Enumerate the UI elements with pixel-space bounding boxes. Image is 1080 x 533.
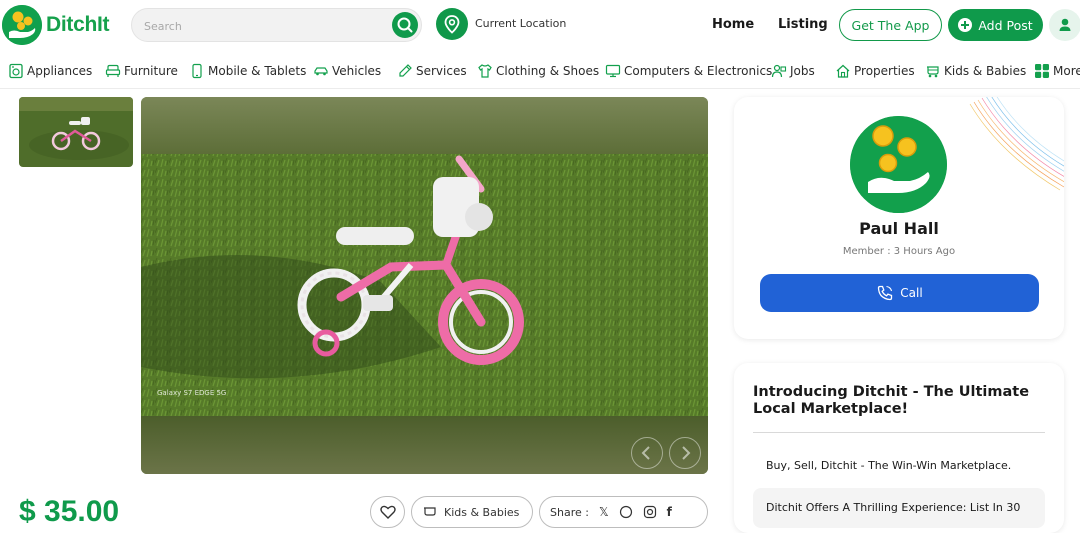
intro-line-1: Buy, Sell, Ditchit - The Win-Win Marketp…	[766, 459, 1012, 472]
member-since: Member : 3 Hours Ago	[842, 246, 956, 257]
category-jobs[interactable]: Jobs	[771, 62, 815, 80]
jobs-icon	[771, 64, 787, 78]
category-services[interactable]: Services	[397, 62, 467, 80]
category-label: Appliances	[27, 64, 93, 78]
logo-text: DitchIt	[46, 13, 110, 36]
share-bar: Share : 𝕏 f	[539, 496, 708, 528]
whatsapp-icon[interactable]	[619, 505, 633, 519]
get-app-label: Get The App	[851, 17, 930, 33]
search-input[interactable]	[144, 16, 384, 36]
main-listing-image[interactable]: Galaxy S7 EDGE 5G	[141, 97, 708, 474]
location-pin-icon	[444, 15, 460, 34]
add-post-label: Add Post	[978, 17, 1033, 33]
category-label: Clothing & Shoes	[496, 64, 600, 78]
computer-icon	[605, 64, 621, 78]
x-twitter-icon[interactable]: 𝕏	[599, 505, 609, 519]
seller-card: Paul Hall Member : 3 Hours Ago Call	[734, 97, 1064, 339]
intro-title: Introducing Ditchit - The Ultimate Local…	[753, 384, 1030, 417]
nav-listing[interactable]: Listing	[778, 17, 828, 32]
category-pill-label: Kids & Babies	[444, 505, 520, 519]
listing-price: $ 35.00	[19, 495, 120, 528]
user-account-button[interactable]	[1049, 9, 1080, 41]
seller-name: Paul Hall	[859, 219, 939, 238]
next-image-button[interactable]	[669, 437, 701, 469]
call-label: Call	[900, 286, 923, 300]
intro-card: Introducing Ditchit - The Ultimate Local…	[734, 363, 1064, 533]
seller-avatar	[850, 116, 947, 213]
stroller-icon	[927, 66, 939, 78]
get-app-button[interactable]: Get The App	[839, 9, 942, 41]
category-appliances[interactable]: Appliances	[8, 62, 92, 80]
intro-line-2: Ditchit Offers A Thrilling Experience: L…	[766, 501, 1021, 514]
category-label: More	[1053, 64, 1080, 78]
search-icon	[397, 17, 413, 33]
category-clothing-shoes[interactable]: Clothing & Shoes	[477, 62, 599, 80]
bike-thumbnail-image	[19, 97, 133, 167]
grid-icon	[1035, 64, 1049, 78]
decorative-wave-lines	[969, 97, 1064, 191]
category-mobile-tablets[interactable]: Mobile & Tablets	[189, 62, 306, 80]
category-properties[interactable]: Properties	[835, 62, 915, 80]
heart-icon	[379, 505, 396, 519]
add-post-button[interactable]: Add Post	[948, 9, 1043, 41]
search-button[interactable]	[392, 12, 418, 38]
category-label: Jobs	[790, 64, 815, 78]
intro-highlight-box: Ditchit Offers A Thrilling Experience: L…	[753, 488, 1045, 528]
furniture-icon	[105, 64, 121, 77]
location-button[interactable]	[436, 8, 468, 40]
car-icon	[314, 67, 328, 76]
category-furniture[interactable]: Furniture	[105, 62, 178, 80]
category-bar: Appliances Furniture Mobile & Tablets Ve…	[0, 53, 1080, 89]
facebook-icon[interactable]: f	[667, 505, 672, 519]
category-label: Vehicles	[332, 64, 382, 78]
favorite-button[interactable]	[370, 496, 405, 528]
prev-image-button[interactable]	[631, 437, 663, 469]
search-bar	[131, 8, 422, 42]
instagram-icon[interactable]	[643, 505, 657, 519]
category-label: Kids & Babies	[944, 64, 1027, 78]
share-label: Share :	[550, 505, 589, 519]
category-label: Properties	[854, 64, 915, 78]
category-kids-babies[interactable]: Kids & Babies	[925, 62, 1026, 80]
category-computers-electronics[interactable]: Computers & Electronics	[605, 62, 772, 80]
category-label: Furniture	[124, 64, 178, 78]
user-icon	[1059, 18, 1071, 31]
category-more[interactable]: More	[1034, 62, 1080, 80]
logo-coin-icon	[2, 5, 42, 45]
category-label: Mobile & Tablets	[208, 64, 307, 78]
plus-icon	[958, 18, 973, 32]
header: DitchIt Current Location Home Listing Ge…	[0, 0, 1080, 50]
logo[interactable]: DitchIt	[2, 4, 110, 46]
mobile-icon	[192, 63, 202, 79]
chevron-right-icon	[682, 446, 691, 460]
category-pill[interactable]: Kids & Babies	[411, 496, 533, 528]
category-label: Computers & Electronics	[624, 64, 773, 78]
services-icon	[399, 64, 412, 77]
category-label: Services	[416, 64, 467, 78]
kids-bike-photo	[141, 97, 708, 474]
phone-icon	[878, 285, 893, 301]
divider	[753, 432, 1045, 433]
chevron-left-icon	[641, 446, 650, 460]
stroller-icon	[424, 507, 436, 516]
image-thumbnail[interactable]	[19, 97, 133, 167]
clothing-icon	[478, 64, 492, 78]
call-button[interactable]: Call	[760, 274, 1039, 312]
property-icon	[836, 64, 850, 78]
appliance-icon	[9, 63, 23, 79]
category-vehicles[interactable]: Vehicles	[313, 62, 381, 80]
location-label[interactable]: Current Location	[475, 17, 566, 30]
nav-home[interactable]: Home	[712, 17, 754, 32]
image-watermark: Galaxy S7 EDGE 5G	[157, 389, 227, 397]
